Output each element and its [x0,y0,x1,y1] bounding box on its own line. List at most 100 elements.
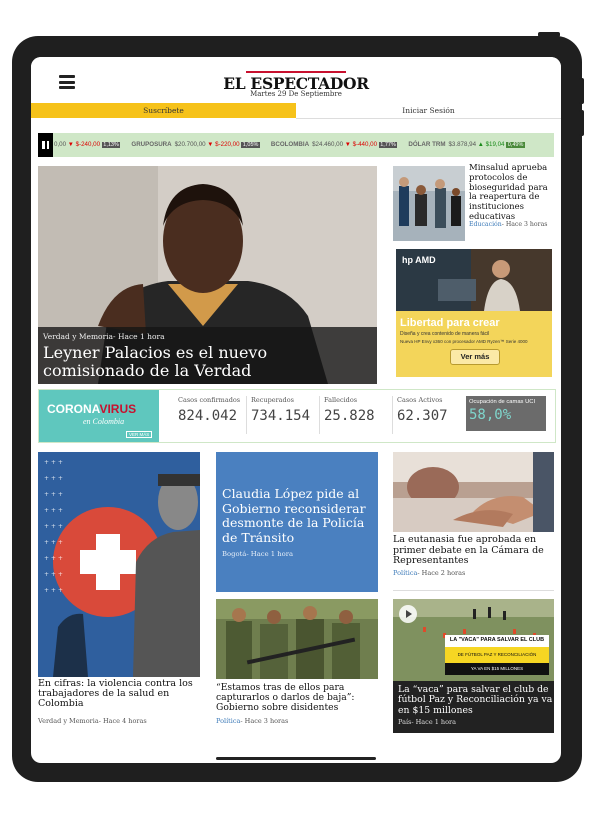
side-article-section[interactable]: Educación [469,221,502,228]
ticker-price: $24.460,00 [312,141,345,148]
play-icon[interactable] [399,605,417,623]
ticker-symbol: GRUPOSURA [131,141,172,148]
card-b-section[interactable]: Bogotá [222,550,246,558]
card-e-title[interactable]: La “vaca” para salvar el club de fútbol … [398,684,553,716]
video-banner: LA "VACA" PARA SALVAR EL CLUB DE FÚTBOL … [445,635,549,675]
health-workers-illustration[interactable]: + + + + + + + + + + + + + + + + + + + + + + +… [38,452,200,677]
ticker-item[interactable]: 0,00 ▼ $-240,00 1,13% [54,141,121,148]
euthanasia-photo[interactable] [393,452,554,532]
tablet-volume-down-button [579,110,584,136]
card-b-title[interactable]: Claudia López pide al Gobierno reconside… [222,486,377,545]
card-d-section[interactable]: Política [393,569,417,577]
side-article-time: - Hace 3 horas [501,221,548,228]
subscribe-button[interactable]: Suscríbete [31,103,296,118]
stat-divider [392,396,393,434]
coronavirus-logo[interactable]: CORONAVIRUS en Colombia VER MÁS [39,390,159,442]
hp-logo: hp AMD [402,255,436,265]
card-e-section[interactable]: País [398,718,411,726]
ticker-percent-badge: 1,77% [378,142,398,148]
card-d-time: - Hace 2 horas [417,569,466,577]
card-b-time: - Hace 1 hora [246,550,294,558]
video-banner-line-1: LA "VACA" PARA SALVAR EL CLUB [445,635,549,646]
ticker-percent-badge: 0,49% [506,142,525,148]
coronavirus-widget[interactable]: CORONAVIRUS en Colombia VER MÁS Casos co… [38,389,556,443]
ad-photo: hp AMD [396,249,552,311]
ticker-item[interactable]: GRUPOSURA $20.700,00 ▼ $-220,00 1,05% [131,141,260,148]
svg-text:+ + +: + + + [44,539,63,546]
stat-active: Casos Activos 62.307 [397,396,448,424]
svg-text:+ + +: + + + [44,571,63,578]
coronavirus-logo-a: CORONA [47,402,100,416]
card-d-meta: Política- Hace 2 horas [393,569,465,577]
coronavirus-logo-b: VIRUS [99,402,137,416]
ticker-symbol: DÓLAR TRM [408,141,446,148]
svg-text:+ + +: + + + [44,475,63,482]
ticker-change: ▲ $19,04 [477,141,507,148]
login-button[interactable]: Iniciar Sesión [296,103,561,119]
ticker-items: 0,00 ▼ $-240,00 1,13% GRUPOSURA $20.700,00… [54,141,536,148]
card-a-section[interactable]: Verdad y Memoria [38,717,99,725]
svg-text:+ + +: + + + [44,523,63,530]
stat-divider [246,396,247,434]
ad-line-2: Nueva HP Envy x360 con procesador AMD Ry… [400,339,528,344]
stat-deaths: Fallecidos 25.828 [324,396,375,424]
ticker-change: ▼ $-220,00 [207,141,242,148]
card-c-section[interactable]: Política [216,717,240,725]
svg-text:+ + +: + + + [44,459,63,466]
side-article-image[interactable] [393,166,465,241]
video-banner-line-2: DE FÚTBOL PAZ Y RECONCILIACIÓN [445,647,549,663]
card-e-meta: País- Hace 1 hora [398,718,456,726]
tablet-volume-up-button [579,78,584,104]
ticker-item[interactable]: DÓLAR TRM $3.878,94 ▲ $19,04 0,49% [408,141,525,148]
pause-icon[interactable] [38,133,53,157]
svg-text:+ + +: + + + [44,587,63,594]
ticker-percent-badge: 1,13% [101,142,121,148]
card-c-title[interactable]: “Estamos tras de ellos para capturarlos … [216,682,381,714]
ticker-symbol: BCOLOMBIA [270,141,310,148]
ticker-change: ▼ $-240,00 [67,141,102,148]
svg-text:+ + +: + + + [44,507,63,514]
ad-headline: Libertad para crear [400,317,500,329]
ticker-price: $3.878,94 [448,141,478,148]
card-a-meta: Verdad y Memoria- Hace 4 horas [38,717,147,725]
card-b[interactable]: Claudia López pide al Gobierno reconside… [216,452,378,592]
icu-occupancy: Ocupación de camas UCI 58,0% [466,396,546,431]
coronavirus-subtitle: en Colombia [83,417,125,426]
ticker-price: 0,00 [54,141,68,148]
card-e-video[interactable]: LA "VACA" PARA SALVAR EL CLUB DE FÚTBOL … [393,599,554,733]
stat-confirmed: Casos confirmados 824.042 [178,396,241,424]
side-article-title[interactable]: Minsalud aprueba protocolos de bioseguri… [469,163,553,223]
card-c-time: - Hace 3 horas [240,717,289,725]
ad-line-1: Diseña y crea contenido de manera fácil [400,331,490,337]
hero-article[interactable]: Verdad y Memoria- Hace 1 hora Leyner Pal… [38,166,377,384]
home-indicator[interactable] [216,757,376,760]
svg-text:+ + +: + + + [44,491,63,498]
soldiers-photo[interactable] [216,599,378,679]
card-a-time: - Hace 4 horas [98,717,147,725]
football-field-photo: LA "VACA" PARA SALVAR EL CLUB DE FÚTBOL … [393,599,554,681]
hero-caption: Verdad y Memoria- Hace 1 hora Leyner Pal… [38,327,377,384]
top-bar: EL ESPECTADOR Martes 29 De Septiembre [31,57,561,103]
ticker-item[interactable]: BCOLOMBIA $24.460,00 ▼ $-440,00 1,77% [270,141,398,148]
subscription-bar: Suscríbete Iniciar Sesión [31,103,561,119]
hp-advertisement[interactable]: hp AMD Libertad para crear Diseña y crea… [396,249,552,377]
video-banner-line-3: YA VA EN $15 MILLONES [445,663,549,675]
card-a-title[interactable]: En cifras: la violencia contra los traba… [38,679,203,709]
header-date: Martes 29 De Septiembre [250,90,342,98]
hero-time: - Hace 1 hora [113,332,165,341]
card-e-time: - Hace 1 hora [411,718,457,726]
hero-title[interactable]: Leyner Palacios es el nuevo comisionado … [43,344,373,380]
stat-recovered: Recuperados 734.154 [251,396,311,424]
screen: EL ESPECTADOR Martes 29 De Septiembre Su… [31,57,561,763]
ticker-change: ▼ $-440,00 [344,141,379,148]
card-b-meta: Bogotá- Hace 1 hora [222,550,293,558]
hero-section[interactable]: Verdad y Memoria [43,332,113,341]
side-article-meta: Educación- Hace 3 horas [469,221,547,228]
ticker-price: $20.700,00 [174,141,208,148]
ad-see-more-button[interactable]: Ver más [450,349,500,365]
divider [393,590,554,591]
tablet-top-button [538,32,560,37]
card-d-title[interactable]: La eutanasia fue aprobada en primer deba… [393,534,555,567]
coronavirus-more-link[interactable]: VER MÁS [126,431,153,438]
stock-ticker: 0,00 ▼ $-240,00 1,13% GRUPOSURA $20.700,00… [38,133,554,157]
